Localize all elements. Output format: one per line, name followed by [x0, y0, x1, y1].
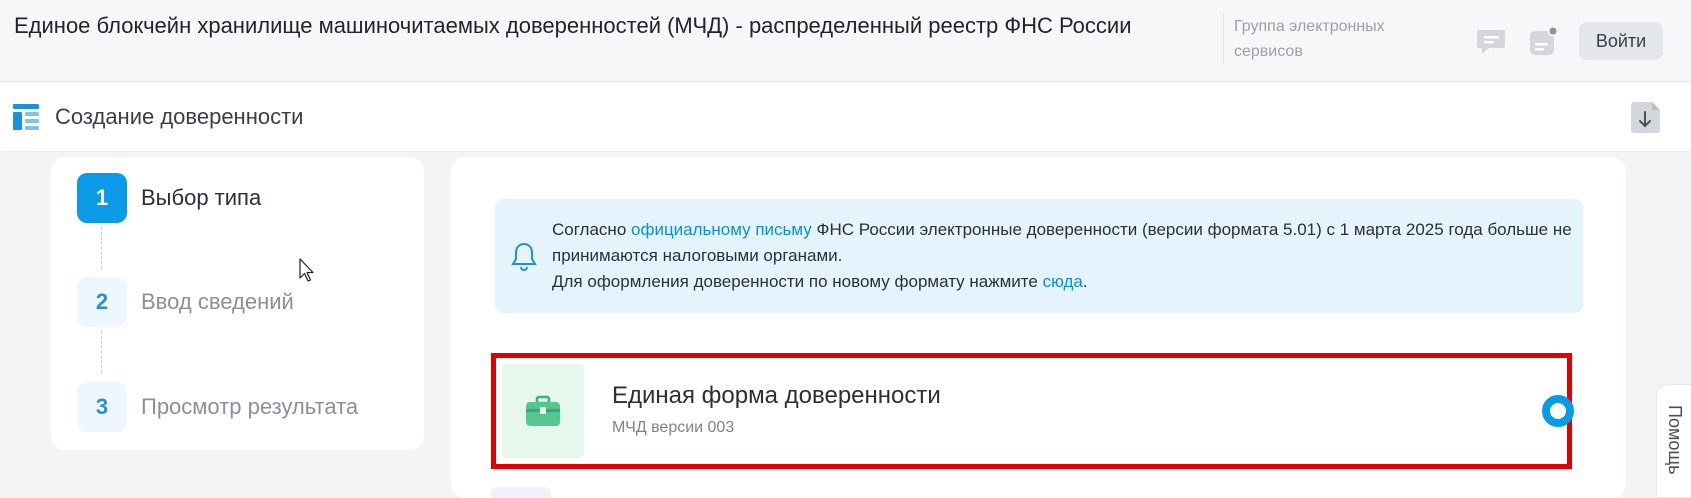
step-label: Ввод сведений	[141, 289, 294, 314]
mouse-cursor-icon	[299, 258, 315, 289]
notification-icon[interactable]	[1527, 24, 1561, 58]
chat-icon[interactable]	[1474, 24, 1508, 58]
option-title: Единая форма доверенности	[612, 382, 941, 409]
official-letter-link[interactable]: официальному письму	[631, 220, 812, 239]
notice-text: Согласно официальному письму ФНС России …	[552, 217, 1572, 295]
help-tab[interactable]: Помощь	[1656, 384, 1691, 498]
next-option-partial	[491, 487, 551, 498]
login-button[interactable]: Войти	[1579, 22, 1663, 60]
power-of-attorney-option[interactable]: Единая форма доверенности МЧД версии 003	[491, 353, 1574, 469]
briefcase-icon	[502, 364, 584, 458]
step-number: 3	[77, 382, 127, 432]
step-item-type[interactable]: 1 Выбор типа	[77, 173, 407, 223]
sub-header: Создание доверенности	[0, 83, 1691, 152]
step-number: 2	[77, 277, 127, 327]
steps-panel: 1 Выбор типа 2 Ввод сведений 3 Просмотр …	[51, 157, 424, 450]
top-bar: Единое блокчейн хранилище машиночитаемых…	[0, 0, 1691, 82]
notice-text-part: .	[1082, 272, 1088, 291]
group-services-link[interactable]: Группа электронных сервисов	[1223, 14, 1403, 64]
app-title: Единое блокчейн хранилище машиночитаемых…	[14, 13, 1132, 38]
notice-text-part: Для оформления доверенности по новому фо…	[552, 272, 1043, 291]
page-title: Создание доверенности	[55, 104, 304, 129]
step-connector	[101, 227, 102, 269]
step-label: Просмотр результата	[141, 394, 359, 419]
step-item-result[interactable]: 3 Просмотр результата	[77, 382, 407, 432]
bell-icon	[511, 241, 537, 276]
notice-text-part: Согласно	[552, 220, 631, 239]
help-label: Помощь	[1665, 405, 1685, 475]
step-label: Выбор типа	[141, 185, 262, 210]
new-format-link[interactable]: сюда	[1043, 272, 1083, 291]
option-subtitle: МЧД версии 003	[612, 419, 735, 436]
download-doc-icon[interactable]	[1631, 100, 1663, 139]
info-notice: Согласно официальному письму ФНС России …	[495, 199, 1583, 313]
layout-menu-icon[interactable]	[13, 104, 39, 135]
step-item-input[interactable]: 2 Ввод сведений	[77, 277, 407, 327]
option-radio[interactable]	[1542, 395, 1574, 427]
main-panel: Согласно официальному письму ФНС России …	[451, 157, 1626, 498]
step-number: 1	[77, 173, 127, 223]
step-connector	[101, 331, 102, 373]
